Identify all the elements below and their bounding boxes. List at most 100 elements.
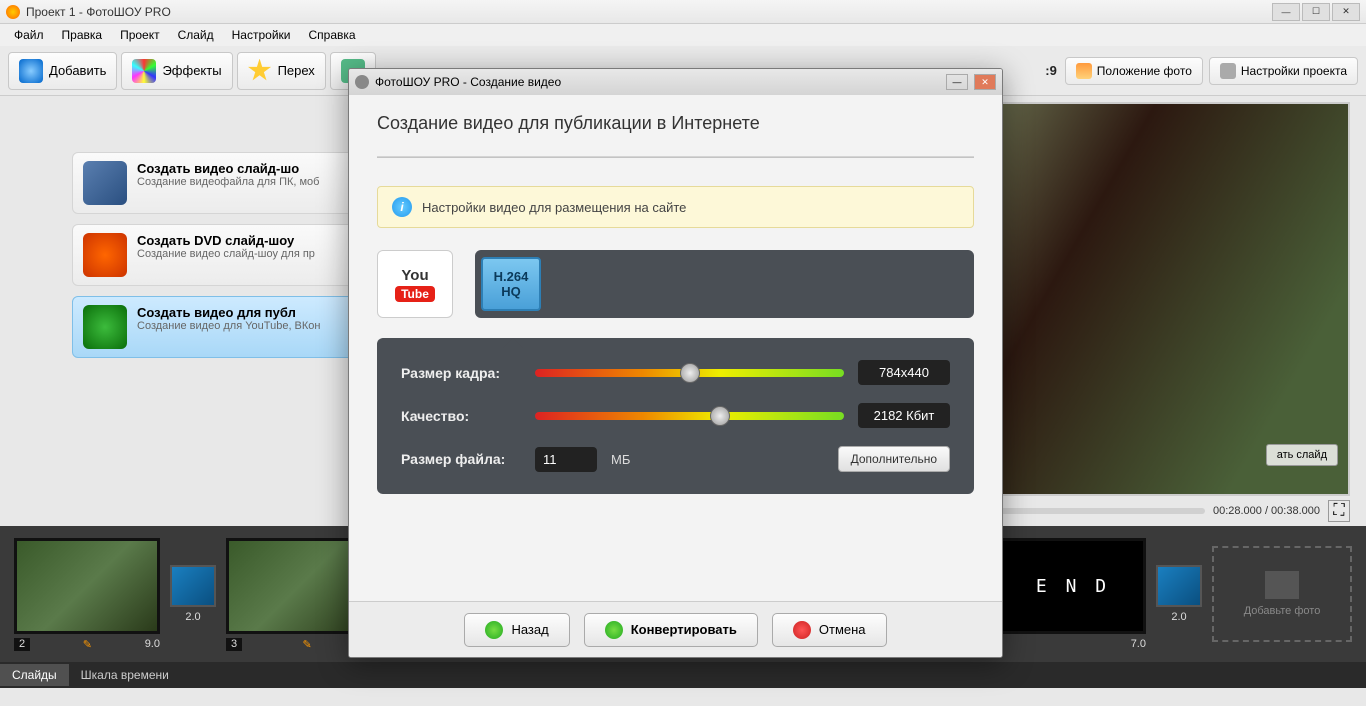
option-video-sub: Создание видеофайла для ПК, моб — [137, 176, 319, 188]
maximize-button[interactable]: ☐ — [1302, 3, 1330, 21]
menubar: Файл Правка Проект Слайд Настройки Справ… — [0, 24, 1366, 46]
option-dvd-title: Создать DVD слайд-шоу — [137, 233, 315, 248]
slide-3-num: 3 — [226, 638, 242, 651]
export-options-panel: Создать видео слайд-шоСоздание видеофайл… — [0, 96, 380, 526]
menu-help[interactable]: Справка — [300, 26, 363, 44]
youtube-top: You — [401, 267, 428, 284]
minimize-button[interactable]: — — [1272, 3, 1300, 21]
menu-slide[interactable]: Слайд — [170, 26, 222, 44]
add-label: Добавить — [49, 63, 106, 78]
dialog-heading: Создание видео для публикации в Интернет… — [377, 113, 974, 134]
position-label: Положение фото — [1097, 64, 1192, 78]
encode-settings-panel: Размер кадра: 784x440 Качество: 2182 Кби… — [377, 338, 974, 494]
cancel-button[interactable]: Отмена — [772, 613, 887, 647]
trans-end-dur: 2.0 — [1156, 611, 1202, 623]
create-video-dialog: ФотоШОУ PRO - Создание видео — ✕ Создани… — [348, 68, 1003, 658]
tab-timeline[interactable]: Шкала времени — [69, 664, 181, 686]
slide-end[interactable]: E N D 7.0 — [1000, 538, 1146, 650]
option-web-title: Создать видео для публ — [137, 305, 321, 320]
youtube-badge: You Tube — [377, 250, 453, 318]
codec-l2: HQ — [501, 284, 521, 299]
quality-slider[interactable] — [535, 412, 844, 420]
slide-2-num: 2 — [14, 638, 30, 651]
dialog-icon — [355, 75, 369, 89]
quality-label: Качество: — [401, 408, 521, 424]
globe-icon — [83, 305, 127, 349]
effects-button[interactable]: Эффекты — [121, 52, 232, 90]
menu-settings[interactable]: Настройки — [224, 26, 299, 44]
dialog-minimize-button[interactable]: — — [946, 74, 968, 90]
slide-end-dur: 7.0 — [1131, 638, 1146, 650]
gear-icon — [1220, 63, 1236, 79]
separator — [377, 156, 974, 158]
add-photo-label: Добавьте фото — [1244, 605, 1321, 617]
arrow-left-icon — [485, 621, 503, 639]
time-display: 00:28.000 / 00:38.000 — [1213, 505, 1320, 517]
menu-file[interactable]: Файл — [6, 26, 52, 44]
back-button[interactable]: Назад — [464, 613, 569, 647]
dialog-close-button[interactable]: ✕ — [974, 74, 996, 90]
cancel-icon — [793, 621, 811, 639]
convert-label: Конвертировать — [631, 622, 737, 637]
option-dvd-sub: Создание видео слайд-шоу для пр — [137, 248, 315, 260]
slide-end-label: E N D — [1000, 538, 1146, 634]
palette-icon — [132, 59, 156, 83]
transitions-button[interactable]: Перех — [237, 52, 326, 90]
transition-end[interactable]: 2.0 — [1156, 565, 1202, 623]
aspect-ratio-badge[interactable]: :9 — [1045, 57, 1059, 84]
frame-size-label: Размер кадра: — [401, 365, 521, 381]
codec-strip[interactable]: H.264 HQ — [475, 250, 974, 318]
position-icon — [1076, 63, 1092, 79]
filesize-label: Размер файла: — [401, 451, 521, 467]
proj-settings-label: Настройки проекта — [1241, 64, 1347, 78]
add-button[interactable]: Добавить — [8, 52, 117, 90]
tab-slides[interactable]: Слайды — [0, 664, 69, 686]
slide-2[interactable]: 2✎9.0 — [14, 538, 160, 651]
option-create-video[interactable]: Создать видео слайд-шоСоздание видеофайл… — [72, 152, 372, 214]
filesize-input[interactable] — [535, 447, 597, 472]
transitions-label: Перех — [278, 63, 315, 78]
project-settings-button[interactable]: Настройки проекта — [1209, 57, 1358, 85]
frame-size-knob[interactable] — [680, 363, 700, 383]
trans-1-dur: 2.0 — [170, 611, 216, 623]
quality-knob[interactable] — [710, 406, 730, 426]
filesize-unit: МБ — [611, 452, 630, 467]
edit-icon[interactable]: ✎ — [83, 638, 92, 651]
frame-size-slider[interactable] — [535, 369, 844, 377]
add-icon — [19, 59, 43, 83]
frame-size-value: 784x440 — [858, 360, 950, 385]
effects-label: Эффекты — [162, 63, 221, 78]
advanced-button[interactable]: Дополнительно — [838, 446, 950, 472]
transition-1[interactable]: 2.0 — [170, 565, 216, 623]
codec-l1: H.264 — [494, 269, 529, 284]
convert-button[interactable]: Конвертировать — [584, 613, 758, 647]
info-text: Настройки видео для размещения на сайте — [422, 200, 686, 215]
info-banner: i Настройки видео для размещения на сайт… — [377, 186, 974, 228]
option-video-title: Создать видео слайд-шо — [137, 161, 319, 176]
quality-value: 2182 Кбит — [858, 403, 950, 428]
menu-project[interactable]: Проект — [112, 26, 168, 44]
dialog-footer: Назад Конвертировать Отмена — [349, 601, 1002, 657]
menu-edit[interactable]: Правка — [54, 26, 111, 44]
info-icon: i — [392, 197, 412, 217]
placeholder-icon — [1265, 571, 1299, 599]
check-icon — [605, 621, 623, 639]
film-icon — [83, 161, 127, 205]
dialog-title: ФотоШОУ PRO - Создание видео — [375, 75, 561, 89]
star-icon — [248, 59, 272, 83]
edit-slide-button[interactable]: ать слайд — [1266, 444, 1338, 466]
disc-icon — [83, 233, 127, 277]
bottom-tabs: Слайды Шкала времени — [0, 662, 1366, 688]
dialog-titlebar[interactable]: ФотоШОУ PRO - Создание видео — ✕ — [349, 69, 1002, 95]
add-photo-slot[interactable]: Добавьте фото — [1212, 546, 1352, 642]
app-title: Проект 1 - ФотоШОУ PRO — [26, 5, 171, 19]
option-create-dvd[interactable]: Создать DVD слайд-шоуСоздание видео слай… — [72, 224, 372, 286]
edit-icon[interactable]: ✎ — [302, 638, 311, 651]
option-create-web[interactable]: Создать видео для публСоздание видео для… — [72, 296, 372, 358]
close-button[interactable]: ✕ — [1332, 3, 1360, 21]
option-web-sub: Создание видео для YouTube, ВКон — [137, 320, 321, 332]
photo-position-button[interactable]: Положение фото — [1065, 57, 1203, 85]
codec-h264-hq[interactable]: H.264 HQ — [481, 257, 541, 311]
youtube-bot: Tube — [395, 286, 435, 302]
fullscreen-button[interactable]: ⛶ — [1328, 500, 1350, 522]
